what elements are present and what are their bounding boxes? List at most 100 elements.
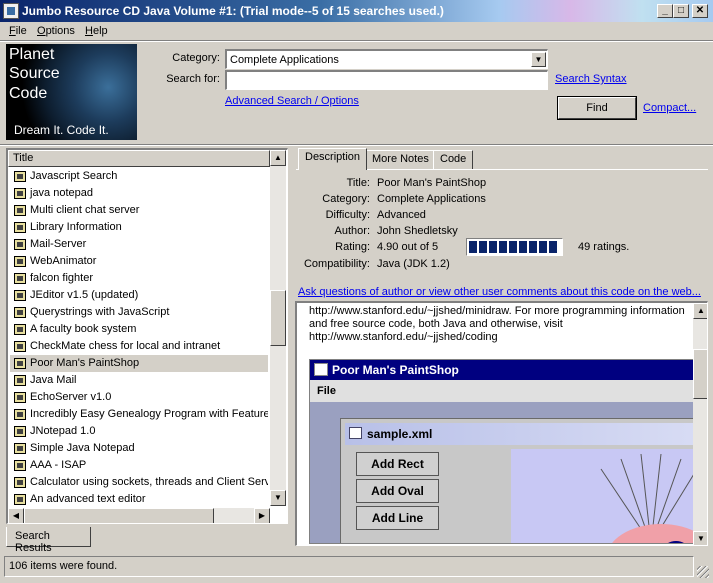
list-item[interactable]: JNotepad 1.0 <box>10 423 268 440</box>
code-file-icon <box>14 443 26 454</box>
menu-bar: File Options Help <box>0 22 713 40</box>
screenshot-menu-file: File <box>317 385 336 397</box>
search-input[interactable] <box>225 70 548 90</box>
screenshot-button: Add Oval <box>356 479 439 503</box>
pane-splitter[interactable] <box>290 146 293 548</box>
screenshot-inner-title: sample.xml <box>367 427 433 441</box>
list-item[interactable]: AAA - ISAP <box>10 457 268 474</box>
app-screenshot: Poor Man's PaintShop File sample.xml Add… <box>309 359 694 544</box>
list-item-label: Library Information <box>30 221 122 233</box>
list-item-label: A faculty book system <box>30 323 137 335</box>
category-label: Category: <box>172 52 220 64</box>
author-field-label: Author: <box>334 225 370 237</box>
list-item[interactable]: java notepad <box>10 185 268 202</box>
list-item[interactable]: WebAnimator <box>10 253 268 270</box>
code-file-icon <box>14 409 26 420</box>
code-file-icon <box>14 494 26 505</box>
title-field-label: Title: <box>346 177 370 189</box>
results-list[interactable]: Title Javascript Search java notepad Multi… <box>6 148 288 524</box>
maximize-button[interactable]: □ <box>673 4 689 18</box>
chevron-down-icon[interactable]: ▼ <box>531 52 546 67</box>
list-item-label: JEditor v1.5 (updated) <box>30 289 139 301</box>
screenshot-drawing <box>600 453 693 543</box>
resize-grip-icon[interactable] <box>697 566 709 578</box>
results-horizontal-scrollbar[interactable]: ◀ ▶ <box>8 508 270 523</box>
tab-description-label: Description <box>305 151 361 163</box>
scroll-left-icon[interactable]: ◀ <box>8 508 24 523</box>
code-file-icon <box>14 426 26 437</box>
screenshot-inner-title-bar: sample.xml <box>345 423 693 445</box>
top-divider-highlight <box>0 145 713 146</box>
list-item[interactable]: Poor Man's PaintShop <box>10 355 268 372</box>
scroll-up-icon[interactable]: ▲ <box>270 150 286 166</box>
list-item[interactable]: JEditor v1.5 (updated) <box>10 287 268 304</box>
difficulty-field-value: Advanced <box>377 209 426 221</box>
preview-scroll-thumb[interactable] <box>693 349 707 399</box>
screenshot-title: Poor Man's PaintShop <box>332 363 459 377</box>
list-item-label: CheckMate chess for local and intranet <box>30 340 221 352</box>
title-column-label: Title <box>13 152 34 164</box>
results-hscroll-thumb[interactable] <box>24 508 214 523</box>
list-item[interactable]: Javascript Search <box>10 168 268 185</box>
rating-field-value: 4.90 out of 5 <box>377 241 439 253</box>
list-item[interactable]: EchoServer v1.0 <box>10 389 268 406</box>
results-vertical-scrollbar[interactable]: ▲ ▼ <box>270 150 286 506</box>
menu-file[interactable]: File <box>9 25 27 37</box>
list-item[interactable]: falcon fighter <box>10 270 268 287</box>
list-item[interactable]: Querystrings with JavaScript <box>10 304 268 321</box>
preview-scroll-up-icon[interactable]: ▲ <box>693 303 707 319</box>
tab-description[interactable]: Description <box>298 148 368 170</box>
list-item[interactable]: Java Mail <box>10 372 268 389</box>
menu-help[interactable]: Help <box>85 25 108 37</box>
advanced-search-link[interactable]: Advanced Search / Options <box>225 95 359 107</box>
category-select[interactable]: Complete Applications ▼ <box>225 49 548 69</box>
minimize-button[interactable]: _ <box>657 4 673 18</box>
comments-link[interactable]: Ask questions of author or view other us… <box>298 286 701 298</box>
list-item-label: Incredibly Easy Genealogy Program with F… <box>30 408 268 420</box>
list-item[interactable]: CheckMate chess for local and intranet <box>10 338 268 355</box>
close-button[interactable]: ✕ <box>692 4 708 18</box>
results-scroll-thumb[interactable] <box>270 290 286 346</box>
code-file-icon <box>14 222 26 233</box>
rating-bar-fill <box>469 241 559 253</box>
list-item[interactable]: Incredibly Easy Genealogy Program with F… <box>10 406 268 423</box>
tab-code[interactable]: Code <box>433 150 474 169</box>
list-item-label: Java Mail <box>30 374 77 386</box>
preview-scrollbar[interactable]: ▲ ▼ <box>693 303 707 545</box>
list-item-label: falcon fighter <box>30 272 93 284</box>
code-file-icon <box>14 307 26 318</box>
find-button[interactable]: Find <box>557 96 637 120</box>
menu-options[interactable]: Options <box>37 25 75 37</box>
search-syntax-link[interactable]: Search Syntax <box>555 73 627 85</box>
scroll-down-icon[interactable]: ▼ <box>270 490 286 506</box>
tab-more-notes[interactable]: More Notes <box>365 150 436 169</box>
title-bar[interactable]: Jumbo Resource CD Java Volume #1: (Trial… <box>0 0 713 22</box>
list-item[interactable]: Calculator using sockets, threads and Cl… <box>10 474 268 491</box>
code-file-icon <box>14 239 26 250</box>
app-icon[interactable] <box>3 3 19 19</box>
find-button-face: Find <box>558 97 636 119</box>
list-item[interactable]: Simple Java Notepad <box>10 440 268 457</box>
search-for-label: Search for: <box>166 73 220 85</box>
list-item[interactable]: Mail-Server <box>10 236 268 253</box>
list-item[interactable]: Library Information <box>10 219 268 236</box>
code-file-icon <box>14 392 26 403</box>
code-file-icon <box>14 358 26 369</box>
description-preview[interactable]: http://www.stanford.edu/~jjshed/minidraw… <box>295 301 708 546</box>
code-file-icon <box>14 205 26 216</box>
screenshot-inner-icon <box>349 427 362 439</box>
code-file-icon <box>14 477 26 488</box>
ratings-count: 49 ratings. <box>578 241 630 253</box>
preview-text: http://www.stanford.edu/~jjshed/minidraw… <box>309 305 689 344</box>
scroll-right-icon[interactable]: ▶ <box>254 508 270 523</box>
title-column-header[interactable]: Title <box>8 150 270 167</box>
list-item[interactable]: An advanced text editor <box>10 491 268 508</box>
list-item-label: JNotepad 1.0 <box>30 425 96 437</box>
compact-link[interactable]: Compact... <box>643 102 696 114</box>
search-results-tab[interactable]: Search Results <box>6 527 91 554</box>
menu-divider-highlight <box>0 41 713 42</box>
status-text: 106 items were found. <box>9 560 118 572</box>
preview-scroll-down-icon[interactable]: ▼ <box>693 531 707 545</box>
list-item[interactable]: Multi client chat server <box>10 202 268 219</box>
list-item[interactable]: A faculty book system <box>10 321 268 338</box>
